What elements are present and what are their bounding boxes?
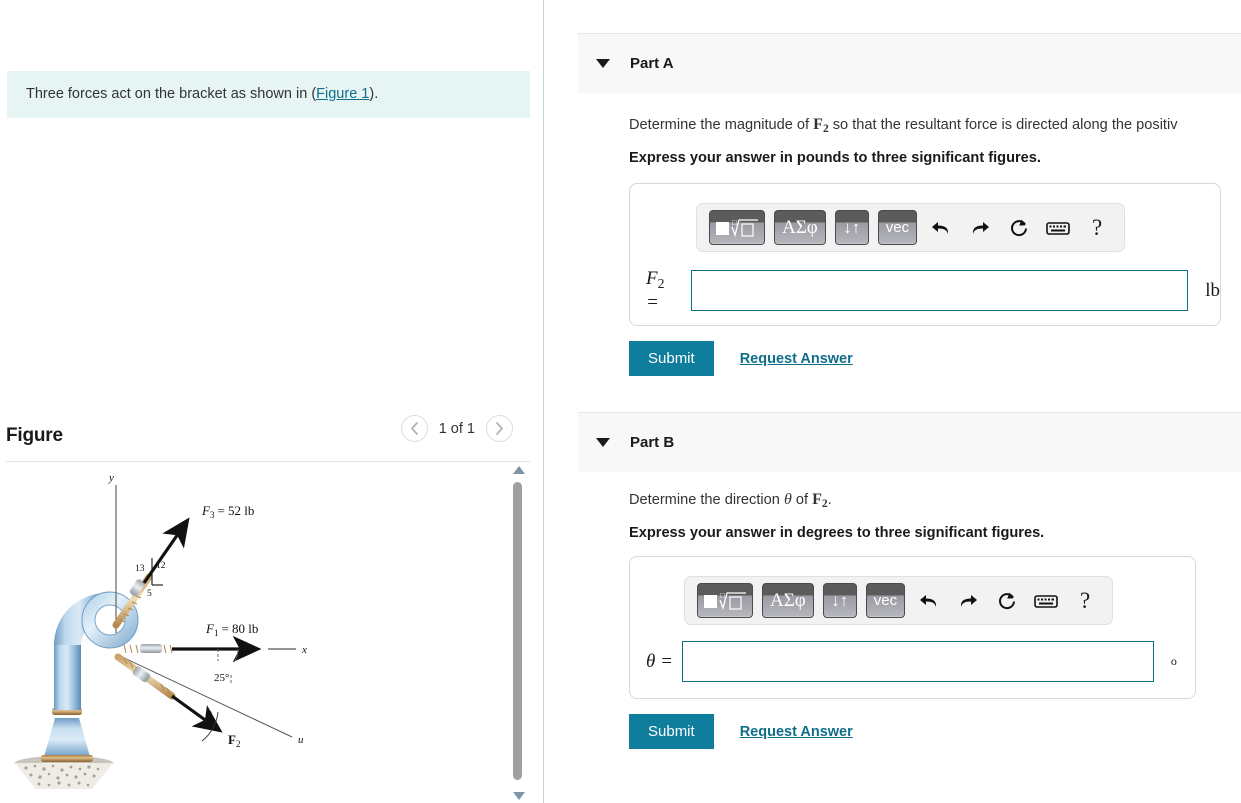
- left-pane: Three forces act on the bracket as shown…: [0, 0, 543, 803]
- x-axis-label: x: [301, 644, 307, 656]
- part-b-question-mid: of: [791, 492, 813, 508]
- problem-page: Three forces act on the bracket as shown…: [0, 0, 1241, 803]
- figure-prev-button[interactable]: [400, 415, 428, 442]
- part-b-answer-symbol: θ =: [646, 650, 673, 672]
- slope-vert-label: 12: [156, 561, 166, 571]
- caret-down-icon[interactable]: [596, 59, 610, 68]
- angle-25-label: 25°: [214, 672, 229, 684]
- problem-text-before: Three forces act on the bracket as shown…: [26, 86, 317, 103]
- svg-text:□: □: [732, 218, 737, 227]
- math-template-glyph: □: [716, 218, 758, 237]
- part-a-math-toolbar: □ ΑΣφ ↓↑ vec ?: [696, 203, 1126, 252]
- angle-theta-label: θ: [206, 708, 212, 722]
- greek-symbols-button[interactable]: ΑΣφ: [774, 210, 826, 245]
- part-b-instruction: Express your answer in degrees to three …: [629, 525, 1045, 542]
- f3-label: F3 = 52 lb: [201, 503, 254, 520]
- undo-arrow-icon[interactable]: [926, 213, 956, 243]
- part-a-answer-row: F2 = lb: [646, 268, 1220, 314]
- part-a-question-post: so that the resultant force is directed …: [828, 117, 1178, 133]
- part-b-math-toolbar: □ ΑΣφ ↓↑ vec ?: [684, 576, 1114, 625]
- reset-circular-arrow-icon[interactable]: [1004, 213, 1034, 243]
- part-a-question-var: F2: [813, 116, 829, 136]
- caret-down-icon[interactable]: [596, 438, 610, 447]
- updown-arrows-button[interactable]: ↓↑: [822, 583, 857, 618]
- part-b-answer-card: □ ΑΣφ ↓↑ vec ? θ = o: [629, 556, 1196, 699]
- part-b-button-row: Submit Request Answer: [629, 714, 853, 749]
- chevron-right-icon: [496, 422, 503, 435]
- chevron-left-icon: [410, 422, 418, 435]
- redo-arrow-icon[interactable]: [953, 586, 983, 616]
- greek-symbols-button[interactable]: ΑΣφ: [762, 583, 814, 618]
- part-b-question-pre: Determine the direction: [629, 492, 784, 508]
- part-b-question-var: F2: [812, 491, 828, 511]
- figure-title: Figure: [6, 425, 63, 446]
- problem-statement: Three forces act on the bracket as shown…: [7, 71, 530, 118]
- figure-next-button[interactable]: [486, 415, 513, 442]
- y-axis-label: y: [108, 472, 114, 484]
- question-mark-icon[interactable]: ?: [1070, 586, 1100, 616]
- part-a-question: Determine the magnitude of F2 so that th…: [629, 116, 1241, 135]
- f2-label: F2: [228, 732, 240, 749]
- question-mark-icon[interactable]: ?: [1082, 213, 1112, 243]
- force-f2: F2 θ: [114, 653, 240, 749]
- u-axis-label: u: [298, 734, 304, 746]
- part-b-question-theta: θ: [783, 491, 792, 508]
- math-template-glyph: □: [704, 591, 746, 610]
- slope-hyp-label: 13: [135, 564, 145, 574]
- part-b-submit-button[interactable]: Submit: [629, 714, 714, 749]
- part-b-answer-row: θ = o: [646, 641, 1177, 682]
- force-f3: F3 = 52 lb 13 12 5: [112, 503, 254, 629]
- reset-circular-arrow-icon[interactable]: [992, 586, 1022, 616]
- figure-divider: [6, 461, 530, 462]
- part-a-submit-button[interactable]: Submit: [629, 341, 714, 376]
- part-b-question-post: .: [827, 492, 832, 508]
- part-a-unit-label: lb: [1205, 279, 1220, 301]
- figure-canvas: y F3 = 52 lb 13 12 5 x F1 = 80 lb u 25° …: [6, 465, 506, 803]
- force-f1: x F1 = 80 lb: [114, 621, 307, 663]
- keyboard-icon[interactable]: [1043, 213, 1073, 243]
- figure-counter: 1 of 1: [438, 420, 475, 437]
- vector-button[interactable]: vec: [865, 583, 906, 618]
- f1-label: F1 = 80 lb: [205, 621, 258, 638]
- keyboard-icon[interactable]: [1031, 586, 1061, 616]
- figure-navigation: 1 of 1: [400, 415, 513, 442]
- updown-arrows-button[interactable]: ↓↑: [834, 210, 869, 245]
- part-a-answer-input[interactable]: [690, 270, 1189, 312]
- part-a-header[interactable]: Part A: [578, 33, 1241, 93]
- scroll-up-arrow-icon[interactable]: [513, 466, 525, 474]
- part-a-answer-card: □ ΑΣφ ↓↑ vec ? F2 = lb: [629, 183, 1221, 326]
- pipe-base-collar: [41, 755, 93, 762]
- part-b-answer-input[interactable]: [681, 641, 1154, 682]
- figure-1-link[interactable]: Figure 1: [316, 84, 369, 104]
- part-b-question: Determine the direction θ of F2.: [629, 491, 1241, 510]
- bracket-force-diagram: y F3 = 52 lb 13 12 5 x F1 = 80 lb u 25° …: [15, 472, 307, 789]
- part-b-body: Determine the direction θ of F2. Express…: [629, 491, 1241, 541]
- part-a-request-answer-link[interactable]: Request Answer: [740, 351, 853, 367]
- math-template-icon[interactable]: □: [697, 583, 753, 618]
- part-b-label: Part B: [630, 434, 675, 451]
- undo-arrow-icon[interactable]: [914, 586, 944, 616]
- redo-arrow-icon[interactable]: [965, 213, 995, 243]
- scroll-down-arrow-icon[interactable]: [513, 792, 525, 800]
- math-template-icon[interactable]: □: [709, 210, 765, 245]
- part-a-answer-symbol: F2 =: [646, 268, 665, 313]
- svg-text:□: □: [720, 591, 725, 600]
- pipe-base-flare: [43, 718, 91, 760]
- problem-text-after: ).: [369, 86, 379, 103]
- right-pane: Part A Determine the magnitude of F2 so …: [544, 0, 1241, 803]
- figure-scrollbar[interactable]: [509, 463, 530, 803]
- part-b-header[interactable]: Part B: [578, 412, 1241, 472]
- vector-button[interactable]: vec: [877, 210, 918, 245]
- part-a-question-pre: Determine the magnitude of: [629, 117, 814, 133]
- part-a-label: Part A: [630, 55, 674, 72]
- scrollbar-thumb[interactable]: [513, 482, 522, 780]
- figure-header: Figure 1 of 1: [6, 412, 530, 460]
- slope-horiz-label: 5: [147, 589, 152, 599]
- part-a-button-row: Submit Request Answer: [629, 341, 853, 376]
- part-b-request-answer-link[interactable]: Request Answer: [740, 724, 853, 740]
- part-a-body: Determine the magnitude of F2 so that th…: [629, 116, 1241, 166]
- part-b-unit-label: o: [1170, 654, 1177, 668]
- pipe-vertical: [54, 642, 81, 710]
- part-a-instruction: Express your answer in pounds to three s…: [629, 150, 1041, 167]
